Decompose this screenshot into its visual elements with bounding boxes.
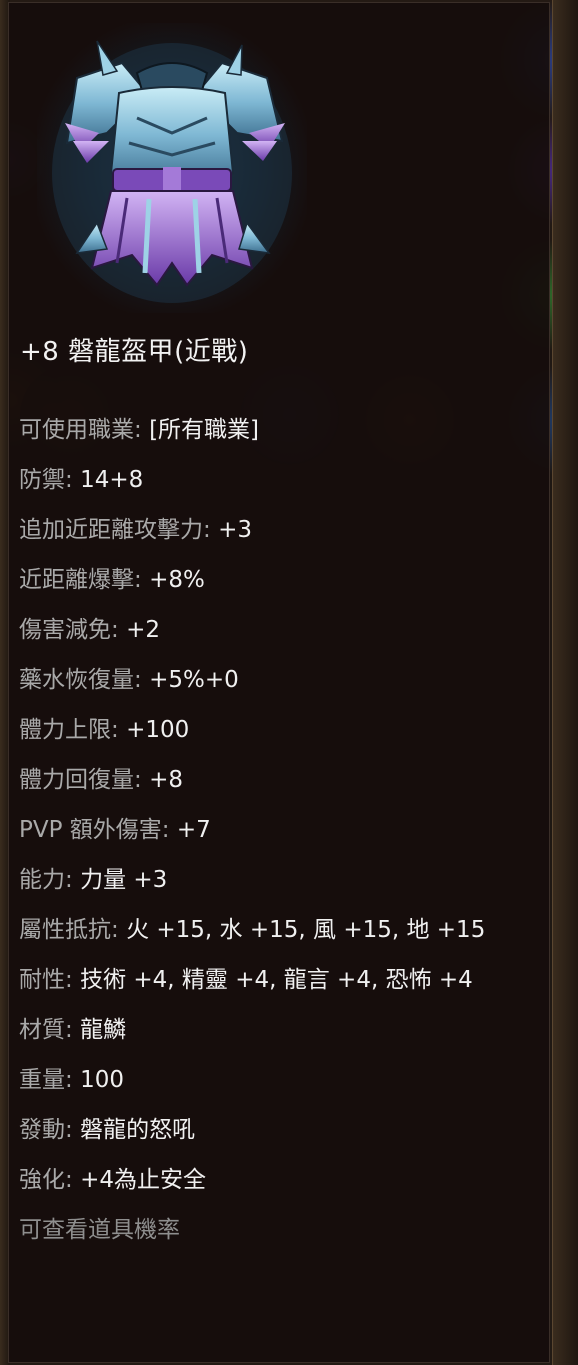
stat-label: 藥水恢復量:: [19, 667, 142, 693]
item-tooltip: +8 磐龍盔甲(近戰) 可使用職業: [所有職業] 防禦: 14+8 追加近距離…: [8, 2, 550, 1363]
stat-value: +4為止安全: [80, 1167, 206, 1193]
stat-value: 14+8: [80, 467, 144, 493]
stat-label: 強化:: [19, 1167, 73, 1193]
stat-value: 力量 +3: [80, 867, 168, 893]
stat-label: 體力上限:: [19, 717, 119, 743]
stat-label: 屬性抵抗:: [19, 917, 119, 943]
stat-label: 材質:: [19, 1017, 73, 1043]
stat-label: 體力回復量:: [19, 767, 142, 793]
stat-value: [所有職業]: [149, 417, 260, 443]
stat-value: 技術 +4, 精靈 +4, 龍言 +4, 恐怖 +4: [80, 967, 473, 993]
stat-activation: 發動: 磐龍的怒吼: [19, 1105, 547, 1155]
stat-material: 材質: 龍鱗: [19, 1005, 547, 1055]
stat-label: 防禦:: [19, 467, 73, 493]
item-name: +8 磐龍盔甲(近戰): [20, 337, 249, 367]
stat-value: 龍鱗: [80, 1017, 127, 1043]
game-screen: +8 磐龍盔甲(近戰) 可使用職業: [所有職業] 防禦: 14+8 追加近距離…: [0, 0, 578, 1365]
stat-label: 發動:: [19, 1117, 73, 1143]
stat-weight: 重量: 100: [19, 1055, 547, 1105]
stat-melee-crit: 近距離爆擊: +8%: [19, 555, 547, 605]
stat-value: 磐龍的怒吼: [80, 1117, 196, 1143]
stat-hp-regen: 體力回復量: +8: [19, 755, 547, 805]
stat-value: +3: [218, 517, 252, 543]
stat-pvp-damage: PVP 額外傷害: +7: [19, 805, 547, 855]
stat-label: PVP 額外傷害:: [19, 817, 170, 843]
stat-value: 火 +15, 水 +15, 風 +15, 地 +15: [126, 917, 486, 943]
stat-label: 傷害減免:: [19, 617, 119, 643]
stat-label: 能力:: [19, 867, 73, 893]
stat-value: +2: [126, 617, 160, 643]
dragon-armor-icon: [37, 23, 307, 313]
right-frame: [552, 0, 578, 1365]
stat-value: +8: [149, 767, 183, 793]
stat-label: 重量:: [19, 1067, 73, 1093]
view-item-probability-link[interactable]: 可查看道具機率: [19, 1205, 547, 1255]
stat-value: +5%+0: [149, 667, 239, 693]
stat-label: 追加近距離攻擊力:: [19, 517, 211, 543]
stat-label: 近距離爆擊:: [19, 567, 142, 593]
stat-label: 可使用職業:: [19, 417, 142, 443]
stat-value: +100: [126, 717, 190, 743]
stat-usable-class: 可使用職業: [所有職業]: [19, 405, 547, 455]
stat-potion-recovery: 藥水恢復量: +5%+0: [19, 655, 547, 705]
stat-ability: 能力: 力量 +3: [19, 855, 547, 905]
stat-element-resist: 屬性抵抗: 火 +15, 水 +15, 風 +15, 地 +15: [19, 905, 547, 955]
stat-tolerance: 耐性: 技術 +4, 精靈 +4, 龍言 +4, 恐怖 +4: [19, 955, 547, 1005]
stat-max-hp: 體力上限: +100: [19, 705, 547, 755]
stat-damage-reduction: 傷害減免: +2: [19, 605, 547, 655]
stat-value: +8%: [149, 567, 205, 593]
stat-melee-damage: 追加近距離攻擊力: +3: [19, 505, 547, 555]
stat-label: 耐性:: [19, 967, 73, 993]
item-stats-list: 可使用職業: [所有職業] 防禦: 14+8 追加近距離攻擊力: +3 近距離爆…: [19, 405, 547, 1255]
stat-defense: 防禦: 14+8: [19, 455, 547, 505]
armor-illustration: [52, 40, 292, 303]
stat-enchant-safe: 強化: +4為止安全: [19, 1155, 547, 1205]
stat-value: +7: [176, 817, 211, 843]
stat-value: 100: [80, 1067, 124, 1093]
